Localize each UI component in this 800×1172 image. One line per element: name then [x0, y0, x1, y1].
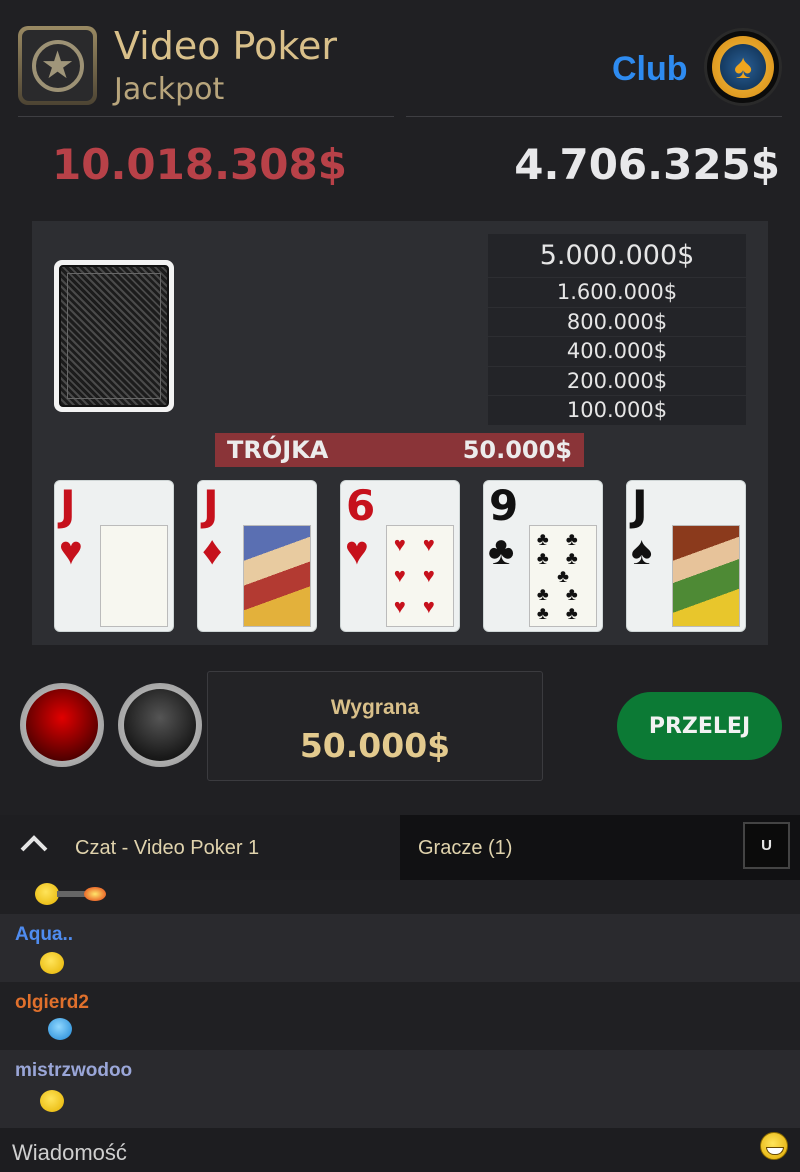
card-3[interactable]: 6 ♥ ♥ ♥ ♥ ♥ ♥ ♥	[340, 480, 460, 632]
chat-message: Aqua..	[0, 914, 800, 982]
smiley-emoticon-icon	[35, 883, 59, 905]
card-rank: J	[203, 481, 219, 530]
win-label: Wygrana	[330, 696, 420, 719]
game-logo: ★	[18, 26, 97, 105]
chat-message: mistrzwodoo	[0, 1050, 800, 1128]
chat-message	[0, 880, 800, 914]
pips-art: ♣ ♣ ♣ ♣ ♣ ♣ ♣ ♣ ♣	[529, 525, 597, 627]
message-input[interactable]: Wiadomość	[0, 1128, 800, 1172]
pips-art: ♥ ♥ ♥ ♥ ♥ ♥	[386, 525, 454, 627]
game-subtitle: Jackpot	[114, 72, 225, 107]
heart-icon: ♥	[59, 529, 83, 573]
divider	[18, 116, 394, 117]
win-amount: 50.000$	[299, 726, 451, 765]
jack-face-art	[243, 525, 311, 627]
hand-name: TRÓJKA	[227, 436, 329, 464]
star-icon: ★	[31, 39, 84, 92]
tab-players[interactable]: Gracze (1)	[418, 837, 512, 860]
card-5[interactable]: J ♠	[626, 480, 746, 632]
red-gamble-button[interactable]	[20, 683, 104, 767]
tab-chat[interactable]: Czat - Video Poker 1	[0, 815, 400, 880]
card-4[interactable]: 9 ♣ ♣ ♣ ♣ ♣ ♣ ♣ ♣ ♣ ♣	[483, 480, 603, 632]
card-1[interactable]: J ♥	[54, 480, 174, 632]
win-panel: Wygrana 50.000$	[207, 671, 543, 781]
smiley-emoticon-icon	[40, 1090, 64, 1112]
paytable-row: 1.600.000$	[488, 278, 746, 308]
chat-username[interactable]: olgierd2	[15, 992, 89, 1014]
chat-tabs: Czat - Video Poker 1 Gracze (1) U	[0, 815, 800, 880]
spade-icon: ♠	[631, 529, 653, 573]
jackpot-amount: 10.018.308$	[52, 140, 347, 189]
paytable-row: 400.000$	[488, 337, 746, 367]
transfer-button[interactable]: PRZELEJ	[617, 692, 782, 760]
club-link[interactable]: Club	[612, 50, 688, 89]
diamond-icon: ♦	[202, 529, 223, 573]
chat-username[interactable]: Aqua..	[15, 924, 73, 946]
card-rank: J	[632, 481, 648, 530]
hand-result-banner: TRÓJKA 50.000$	[215, 433, 584, 467]
hand-payout: 50.000$	[462, 436, 572, 464]
jack-face-art	[100, 525, 168, 627]
card-deck	[54, 260, 174, 412]
card-rank: 9	[489, 481, 519, 530]
paytable: 5.000.000$ 1.600.000$ 800.000$ 400.000$ …	[488, 234, 746, 426]
message-placeholder: Wiadomość	[12, 1140, 127, 1165]
fire-emoticon-icon	[84, 887, 106, 901]
paytable-row: 800.000$	[488, 307, 746, 337]
divider	[406, 116, 782, 117]
balance-amount: 4.706.325$	[514, 140, 780, 189]
card-rank: J	[60, 481, 76, 530]
chevron-up-icon[interactable]	[19, 833, 49, 853]
emoji-picker-icon[interactable]	[760, 1132, 788, 1160]
spade-icon: ♠	[720, 44, 766, 90]
club-icon: ♣	[488, 529, 515, 573]
heart-icon: ♥	[345, 529, 369, 573]
paytable-row: 100.000$	[488, 396, 746, 426]
card-rank: 6	[346, 481, 376, 530]
gun-emoticon-icon	[57, 891, 85, 897]
card-2[interactable]: J ♦	[197, 480, 317, 632]
blue-smiley-emoticon-icon	[48, 1018, 72, 1040]
tab-chat-label: Czat - Video Poker 1	[75, 837, 260, 859]
paytable-row: 5.000.000$	[488, 234, 746, 278]
chat-message: olgierd2	[0, 982, 800, 1050]
chat-username[interactable]: mistrzwodoo	[15, 1060, 132, 1082]
paytable-row: 200.000$	[488, 366, 746, 396]
jack-face-art	[672, 525, 740, 627]
black-gamble-button[interactable]	[118, 683, 202, 767]
club-badge[interactable]: ♠	[704, 28, 782, 106]
u-button[interactable]: U	[743, 822, 790, 869]
game-title: Video Poker	[114, 24, 338, 68]
smiley-emoticon-icon	[40, 952, 64, 974]
